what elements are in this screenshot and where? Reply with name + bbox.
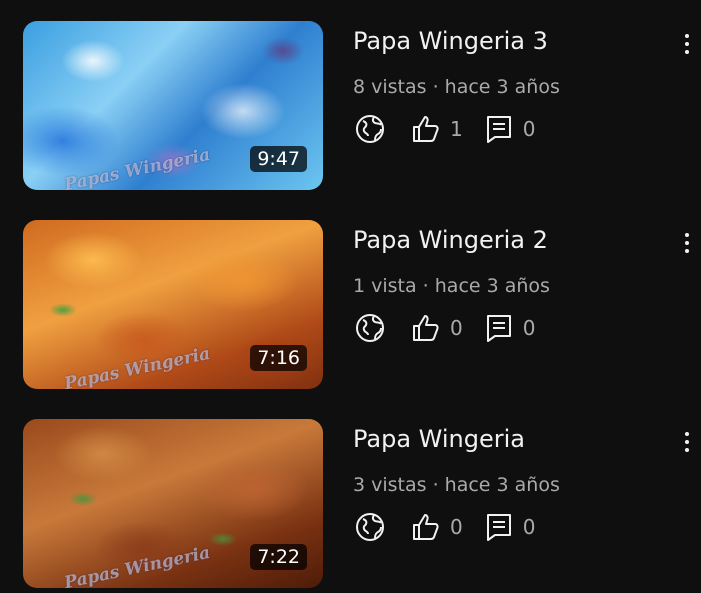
video-stats: 0 0 bbox=[354, 511, 535, 543]
video-meta: 3 vistas · hace 3 años bbox=[353, 474, 560, 496]
video-thumbnail[interactable]: Papas Wingeria 7:16 bbox=[23, 220, 323, 389]
video-thumbnail[interactable]: Papas Wingeria 9:47 bbox=[23, 21, 323, 190]
duration-badge: 7:22 bbox=[250, 544, 307, 570]
thumbs-up-icon bbox=[410, 312, 442, 344]
video-list: Papas Wingeria 9:47 Papa Wingeria 3 8 vi… bbox=[0, 0, 701, 593]
thumbs-up-icon bbox=[410, 511, 442, 543]
video-title[interactable]: Papa Wingeria 2 bbox=[353, 226, 548, 254]
video-title[interactable]: Papa Wingeria 3 bbox=[353, 27, 548, 55]
video-item[interactable]: Papas Wingeria 7:16 Papa Wingeria 2 1 vi… bbox=[0, 220, 701, 390]
thumbnail-watermark: Papas Wingeria bbox=[62, 542, 212, 588]
public-globe-icon bbox=[354, 312, 386, 344]
video-title[interactable]: Papa Wingeria bbox=[353, 425, 525, 453]
video-meta: 1 vista · hace 3 años bbox=[353, 275, 550, 297]
more-vert-icon[interactable] bbox=[677, 29, 697, 59]
comment-icon bbox=[483, 113, 515, 145]
video-thumbnail[interactable]: Papas Wingeria 7:22 bbox=[23, 419, 323, 588]
more-vert-icon[interactable] bbox=[677, 427, 697, 457]
public-globe-icon bbox=[354, 511, 386, 543]
more-vert-icon[interactable] bbox=[677, 228, 697, 258]
video-stats: 0 0 bbox=[354, 312, 535, 344]
video-meta: 8 vistas · hace 3 años bbox=[353, 76, 560, 98]
video-item[interactable]: Papas Wingeria 9:47 Papa Wingeria 3 8 vi… bbox=[0, 21, 701, 191]
comment-icon bbox=[483, 511, 515, 543]
comment-count: 0 bbox=[522, 515, 536, 539]
duration-badge: 9:47 bbox=[250, 146, 307, 172]
like-count: 0 bbox=[450, 515, 463, 539]
comment-count: 0 bbox=[522, 316, 536, 340]
video-item[interactable]: Papas Wingeria 7:22 Papa Wingeria 3 vist… bbox=[0, 419, 701, 589]
likes: 1 bbox=[410, 113, 463, 145]
likes: 0 bbox=[410, 312, 463, 344]
thumbnail-watermark: Papas Wingeria bbox=[62, 343, 212, 389]
like-count: 1 bbox=[450, 117, 463, 141]
public-globe-icon bbox=[354, 113, 386, 145]
comments: 0 bbox=[483, 113, 536, 145]
thumbnail-watermark: Papas Wingeria bbox=[62, 144, 212, 190]
comments: 0 bbox=[483, 312, 536, 344]
duration-badge: 7:16 bbox=[250, 345, 307, 371]
like-count: 0 bbox=[450, 316, 463, 340]
comments: 0 bbox=[483, 511, 536, 543]
thumbs-up-icon bbox=[410, 113, 442, 145]
comment-icon bbox=[483, 312, 515, 344]
comment-count: 0 bbox=[522, 117, 536, 141]
video-stats: 1 0 bbox=[354, 113, 535, 145]
likes: 0 bbox=[410, 511, 463, 543]
